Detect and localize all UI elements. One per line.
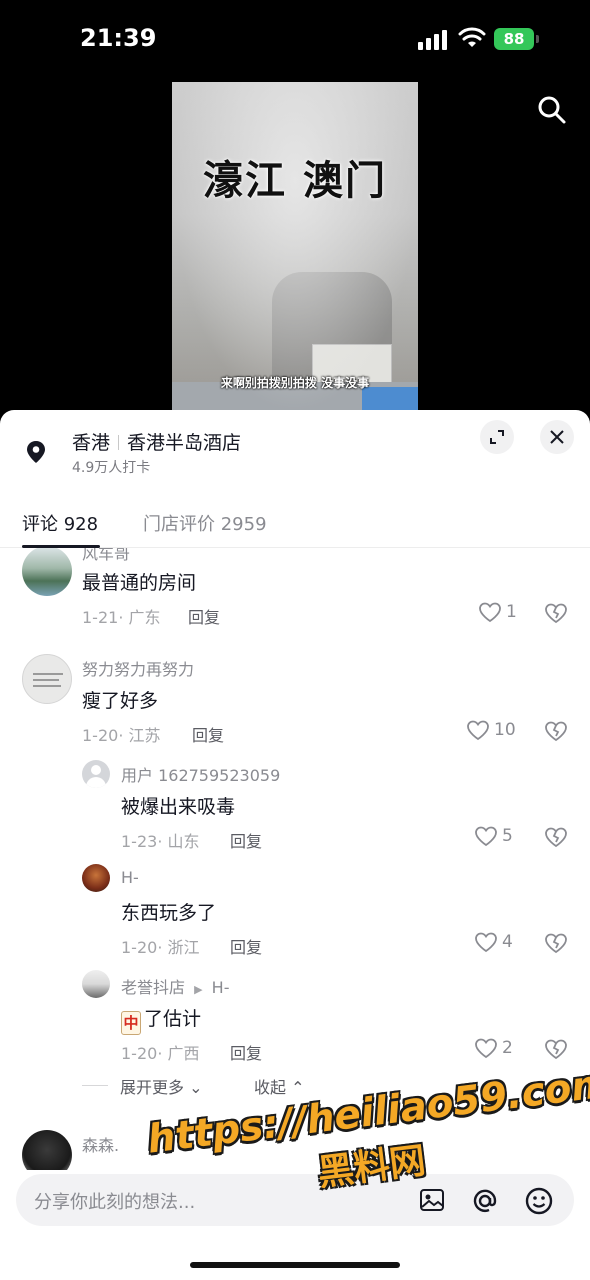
like-count: 4 <box>502 932 513 952</box>
like-button[interactable]: 1 <box>478 601 517 623</box>
dislike-icon[interactable] <box>544 720 568 742</box>
dislike-icon[interactable] <box>544 1038 568 1060</box>
status-bar: 21:39 88 <box>0 0 590 80</box>
reply-button[interactable]: 回复 <box>192 722 224 746</box>
reply-meta: 1-20· 广西 <box>121 1044 200 1063</box>
video-subtitle: 来啊别拍拨别拍拨 没事没事 <box>220 376 370 390</box>
mahjong-emoji-icon: 中 <box>121 1011 141 1035</box>
like-count: 5 <box>502 826 513 846</box>
reply-text: 被爆出来吸毒 <box>121 796 236 818</box>
status-time: 21:39 <box>80 24 157 52</box>
cellular-signal-icon <box>418 30 447 50</box>
close-button[interactable] <box>540 420 574 454</box>
reply-username[interactable]: 用户 162759523059 <box>121 762 280 786</box>
comment-text: 瘦了好多 <box>82 690 159 712</box>
reply-meta: 1-20· 浙江 <box>121 938 200 957</box>
home-indicator[interactable] <box>190 1262 400 1268</box>
location-pin-icon <box>27 441 45 463</box>
mention-icon[interactable] <box>470 1186 500 1216</box>
battery-tip <box>536 35 539 43</box>
expand-icon <box>490 430 504 444</box>
reply-arrow-icon: ▶ <box>194 983 203 996</box>
like-button[interactable]: 4 <box>474 931 513 953</box>
like-button[interactable]: 10 <box>466 719 516 741</box>
divider <box>118 435 120 450</box>
video-mist <box>172 82 418 412</box>
heart-icon <box>475 932 497 953</box>
comment-sheet: 香港 香港半岛酒店 4.9万人打卡 评论 928 门店评价 2959 风车哥 最普… <box>0 410 590 1280</box>
chevron-up-icon: ⌃ <box>291 1078 305 1097</box>
reply-text: 中了估计 <box>121 1004 201 1035</box>
image-icon[interactable] <box>418 1186 446 1214</box>
avatar[interactable] <box>82 760 110 788</box>
avatar[interactable] <box>22 548 72 596</box>
avatar[interactable] <box>82 864 110 892</box>
tab-bar: 评论 928 门店评价 2959 <box>0 502 590 548</box>
location-place: 香港半岛酒店 <box>127 432 242 454</box>
location-title[interactable]: 香港 香港半岛酒店 <box>72 428 241 455</box>
comment-list[interactable]: 风车哥 最普通的房间 1-21· 广东 回复 1 努力努力再努力 瘦了好多 1-… <box>0 548 590 1170</box>
reply-username[interactable]: H- <box>121 868 139 887</box>
reply-button[interactable]: 回复 <box>230 934 262 958</box>
location-city: 香港 <box>72 432 111 454</box>
wifi-icon <box>458 27 486 47</box>
like-count: 2 <box>502 1038 513 1058</box>
close-icon <box>550 430 564 444</box>
heart-icon <box>475 826 497 847</box>
location-checkins: 4.9万人打卡 <box>72 460 151 476</box>
comment-username[interactable]: 努力努力再努力 <box>82 656 194 680</box>
reply-username[interactable]: 老誉抖店 ▶ H- <box>121 974 229 998</box>
reply-text: 东西玩多了 <box>121 902 217 924</box>
comment-username[interactable]: 风车哥 <box>82 548 130 564</box>
avatar[interactable] <box>82 970 110 998</box>
heart-icon <box>479 602 501 623</box>
reply-button[interactable]: 回复 <box>230 828 262 852</box>
avatar[interactable] <box>22 654 72 704</box>
expand-more-button[interactable]: 展开更多 ⌄ <box>120 1074 203 1098</box>
comment-input-placeholder: 分享你此刻的想法... <box>34 1192 196 1213</box>
video-player[interactable]: 濠江 澳门 来啊别拍拨别拍拨 没事没事 <box>172 82 418 412</box>
video-title: 濠江 澳门 <box>203 157 387 204</box>
comment-meta: 1-20· 江苏 <box>82 726 161 745</box>
like-count: 1 <box>506 602 517 622</box>
search-icon[interactable] <box>537 95 567 125</box>
like-button[interactable]: 2 <box>474 1037 513 1059</box>
dislike-icon[interactable] <box>544 602 568 624</box>
avatar[interactable] <box>22 1130 72 1170</box>
tab-comments[interactable]: 评论 928 <box>22 510 98 536</box>
dislike-icon[interactable] <box>544 826 568 848</box>
divider <box>82 1085 108 1086</box>
like-button[interactable]: 5 <box>474 825 513 847</box>
expand-button[interactable] <box>480 420 514 454</box>
dislike-icon[interactable] <box>544 932 568 954</box>
heart-icon <box>467 720 489 741</box>
like-count: 10 <box>494 720 516 740</box>
heart-icon <box>475 1038 497 1059</box>
reply-button[interactable]: 回复 <box>188 604 220 628</box>
chevron-down-icon: ⌄ <box>189 1078 203 1097</box>
reply-button[interactable]: 回复 <box>230 1040 262 1064</box>
comment-meta: 1-21· 广东 <box>82 608 161 627</box>
comment-text: 最普通的房间 <box>82 572 197 594</box>
tab-store-reviews[interactable]: 门店评价 2959 <box>143 510 267 536</box>
collapse-button[interactable]: 收起 ⌃ <box>254 1074 305 1098</box>
comment-username[interactable]: 森森. <box>82 1132 119 1156</box>
reply-meta: 1-23· 山东 <box>121 832 200 851</box>
battery-icon: 88 <box>494 28 534 50</box>
comment-input[interactable]: 分享你此刻的想法... <box>16 1174 574 1226</box>
emoji-icon[interactable] <box>524 1186 554 1216</box>
